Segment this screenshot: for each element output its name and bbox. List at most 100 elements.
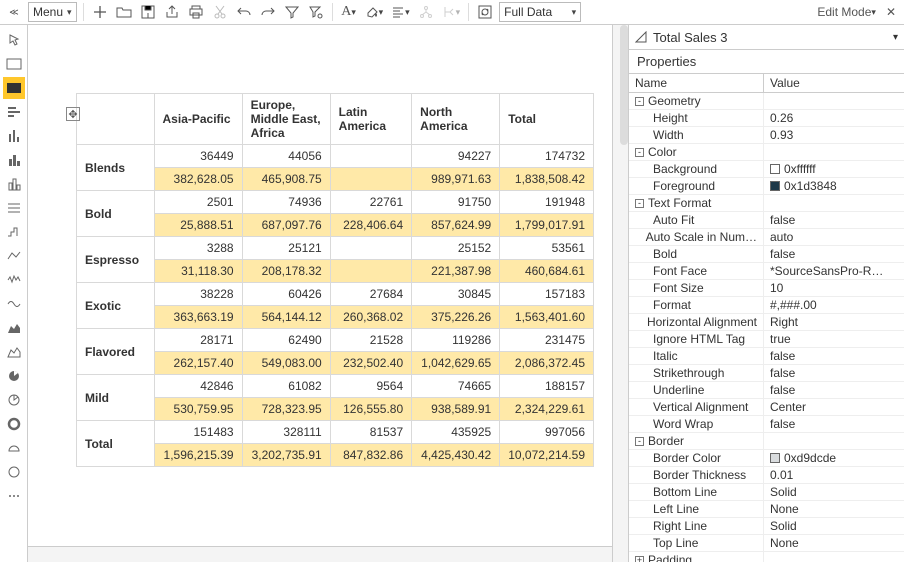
cell-count[interactable]: 22761 — [330, 191, 411, 214]
collapse-icon[interactable]: - — [635, 97, 644, 106]
filter-settings-button[interactable] — [306, 2, 326, 22]
column-header[interactable]: North America — [412, 94, 500, 145]
prop-value[interactable]: 0x1d3848 — [784, 179, 837, 193]
cell-value[interactable]: 262,157.40 — [154, 352, 242, 375]
cell-value[interactable]: 564,144.12 — [242, 306, 330, 329]
prop-value[interactable]: false — [770, 417, 795, 431]
prop-row[interactable]: Auto Scale in Num…auto — [629, 229, 904, 246]
cell-count[interactable]: 30845 — [412, 283, 500, 306]
prop-value[interactable]: 0.93 — [770, 128, 793, 142]
move-handle[interactable]: ✥ — [66, 107, 80, 121]
cell-value[interactable]: 126,555.80 — [330, 398, 411, 421]
donut-tool[interactable] — [3, 413, 25, 435]
prop-row[interactable]: Font Size10 — [629, 280, 904, 297]
prop-row[interactable]: Boldfalse — [629, 246, 904, 263]
prop-group[interactable]: -Border — [629, 433, 904, 450]
cell-count[interactable]: 62490 — [242, 329, 330, 352]
cell-count[interactable]: 36449 — [154, 145, 242, 168]
prop-value[interactable]: 0xffffff — [784, 162, 816, 176]
close-button[interactable]: ✕ — [882, 5, 900, 19]
cell-value[interactable]: 4,425,430.42 — [412, 444, 500, 467]
cell-count[interactable]: 9564 — [330, 375, 411, 398]
rect-outline-tool[interactable] — [3, 53, 25, 75]
prop-value[interactable]: 10 — [770, 281, 783, 295]
cell-count[interactable]: 435925 — [412, 421, 500, 444]
row-header[interactable]: Bold — [77, 191, 155, 237]
pie-fill-tool[interactable] — [3, 365, 25, 387]
menu-dropdown[interactable]: Menu ▾ — [28, 2, 77, 22]
prop-value[interactable]: true — [770, 332, 791, 346]
cell-count[interactable]: 21528 — [330, 329, 411, 352]
cell-count[interactable]: 119286 — [412, 329, 500, 352]
prop-row[interactable]: Vertical AlignmentCenter — [629, 399, 904, 416]
collapse-icon[interactable]: - — [635, 437, 644, 446]
prop-row[interactable]: Horizontal AlignmentRight — [629, 314, 904, 331]
panel-menu-dropdown[interactable]: ▾ — [893, 32, 898, 43]
area-light-tool[interactable] — [3, 341, 25, 363]
row-header[interactable]: Flavored — [77, 329, 155, 375]
cell-count[interactable]: 2501 — [154, 191, 242, 214]
prop-row[interactable]: Width0.93 — [629, 127, 904, 144]
cell-count[interactable] — [330, 145, 411, 168]
prop-value[interactable]: *SourceSansPro-R… — [770, 264, 883, 278]
cell-count[interactable] — [330, 237, 411, 260]
cell-value[interactable]: 25,888.51 — [154, 214, 242, 237]
expand-icon[interactable]: + — [635, 556, 644, 562]
row-header[interactable]: Mild — [77, 375, 155, 421]
bar-v-tool[interactable] — [3, 125, 25, 147]
font-button[interactable]: A▾ — [339, 2, 359, 22]
cell-value[interactable]: 847,832.86 — [330, 444, 411, 467]
bar-h-tool[interactable] — [3, 101, 25, 123]
column-header[interactable]: Asia-Pacific — [154, 94, 242, 145]
horizontal-scrollbar[interactable] — [28, 546, 612, 562]
cell-value[interactable]: 728,323.95 — [242, 398, 330, 421]
cell-count[interactable]: 191948 — [500, 191, 594, 214]
cell-count[interactable]: 53561 — [500, 237, 594, 260]
prop-value[interactable]: 0.01 — [770, 468, 793, 482]
row-header[interactable]: Espresso — [77, 237, 155, 283]
cell-count[interactable]: 81537 — [330, 421, 411, 444]
cell-value[interactable]: 2,324,229.61 — [500, 398, 594, 421]
cell-value[interactable]: 989,971.63 — [412, 168, 500, 191]
collapse-icon[interactable]: - — [635, 199, 644, 208]
prop-value[interactable]: false — [770, 349, 795, 363]
cell-value[interactable]: 382,628.05 — [154, 168, 242, 191]
cell-count[interactable]: 44056 — [242, 145, 330, 168]
more-tools[interactable] — [3, 485, 25, 507]
prop-row[interactable]: Format#,###.00 — [629, 297, 904, 314]
save-button[interactable] — [138, 2, 158, 22]
cell-value[interactable] — [330, 260, 411, 283]
cut-button[interactable] — [210, 2, 230, 22]
area-dark-tool[interactable] — [3, 317, 25, 339]
prop-row[interactable]: Underlinefalse — [629, 382, 904, 399]
vertical-scrollbar[interactable] — [612, 25, 628, 562]
cell-count[interactable]: 997056 — [500, 421, 594, 444]
circle-tool[interactable] — [3, 461, 25, 483]
cell-value[interactable]: 3,202,735.91 — [242, 444, 330, 467]
prop-row[interactable]: Ignore HTML Tagtrue — [629, 331, 904, 348]
cell-count[interactable]: 61082 — [242, 375, 330, 398]
filter-button[interactable] — [282, 2, 302, 22]
prop-group[interactable]: +Padding — [629, 552, 904, 562]
canvas[interactable]: ✥Asia-PacificEurope, Middle East, Africa… — [28, 25, 612, 546]
cell-value[interactable]: 228,406.64 — [330, 214, 411, 237]
column-fill-tool[interactable] — [3, 149, 25, 171]
cell-count[interactable]: 42846 — [154, 375, 242, 398]
zigzag-tool[interactable] — [3, 269, 25, 291]
cell-value[interactable]: 687,097.76 — [242, 214, 330, 237]
cell-count[interactable]: 151483 — [154, 421, 242, 444]
prop-row[interactable]: Right LineSolid — [629, 518, 904, 535]
data-mode-dropdown[interactable]: Full Data ▾ — [499, 2, 581, 22]
cell-value[interactable]: 2,086,372.45 — [500, 352, 594, 375]
prop-value[interactable]: auto — [770, 230, 793, 244]
prop-row[interactable]: Foreground0x1d3848 — [629, 178, 904, 195]
print-button[interactable] — [186, 2, 206, 22]
cell-value[interactable]: 1,042,629.65 — [412, 352, 500, 375]
prop-row[interactable]: Bottom LineSolid — [629, 484, 904, 501]
cell-count[interactable]: 28171 — [154, 329, 242, 352]
prop-value[interactable]: 0.26 — [770, 111, 793, 125]
export-button[interactable] — [162, 2, 182, 22]
step-tool[interactable] — [3, 221, 25, 243]
redo-button[interactable] — [258, 2, 278, 22]
prop-value[interactable]: false — [770, 213, 795, 227]
